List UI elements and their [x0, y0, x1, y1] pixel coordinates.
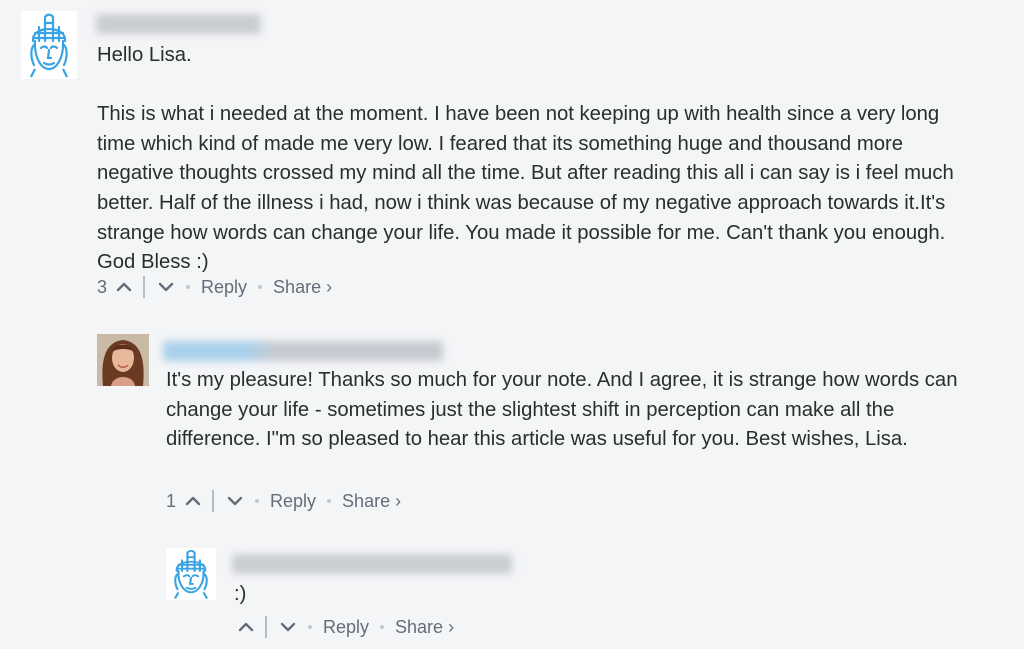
vote-count: 1: [166, 490, 177, 511]
share-link[interactable]: Share ›: [342, 491, 401, 512]
downvote-button[interactable]: [226, 492, 244, 510]
comment-body: Hello Lisa. This is what i needed at the…: [97, 41, 977, 278]
chevron-up-icon: [116, 282, 132, 292]
buddha-icon: [166, 548, 216, 600]
chevron-up-icon: [185, 496, 201, 506]
divider: [265, 616, 267, 638]
bullet-separator: [308, 625, 312, 629]
comment-actions: 3 Reply Share ›: [97, 276, 332, 298]
divider: [143, 276, 146, 298]
chevron-down-icon: [227, 496, 243, 506]
reply-link[interactable]: Reply: [201, 277, 247, 298]
user-avatar[interactable]: [21, 11, 77, 79]
reply-link[interactable]: Reply: [323, 617, 369, 638]
upvote-button[interactable]: [115, 278, 133, 296]
user-avatar[interactable]: [97, 334, 149, 386]
profile-photo: [97, 334, 149, 386]
comment-actions: 1 Reply Share ›: [166, 490, 401, 512]
user-avatar[interactable]: [166, 548, 216, 600]
upvote-button[interactable]: [237, 618, 255, 636]
comment-body: It's my pleasure! Thanks so much for you…: [166, 366, 976, 455]
comment-paragraph: It's my pleasure! Thanks so much for you…: [166, 369, 958, 451]
chevron-up-icon: [238, 622, 254, 632]
vote-count: 3: [97, 276, 108, 297]
share-link[interactable]: Share ›: [395, 617, 454, 638]
comment-paragraph: :): [234, 583, 247, 605]
divider: [212, 490, 215, 512]
downvote-button[interactable]: [279, 618, 297, 636]
comment-paragraph: Hello Lisa.: [97, 44, 192, 66]
reply-link[interactable]: Reply: [270, 491, 316, 512]
bullet-separator: [258, 285, 263, 289]
buddha-icon: [21, 11, 77, 79]
author-name[interactable]: [96, 14, 261, 34]
comment-actions: Reply Share ›: [237, 616, 454, 638]
author-name[interactable]: [232, 554, 512, 574]
chevron-down-icon: [280, 622, 296, 632]
comment-body: :): [234, 580, 934, 610]
bullet-separator: [186, 285, 191, 289]
comment-paragraph: This is what i needed at the moment. I h…: [97, 103, 954, 274]
author-name[interactable]: [163, 341, 443, 361]
bullet-separator: [255, 499, 260, 503]
share-link[interactable]: Share ›: [273, 277, 332, 298]
chevron-down-icon: [158, 282, 174, 292]
upvote-button[interactable]: [184, 492, 202, 510]
downvote-button[interactable]: [157, 278, 175, 296]
bullet-separator: [327, 499, 332, 503]
bullet-separator: [380, 625, 385, 629]
